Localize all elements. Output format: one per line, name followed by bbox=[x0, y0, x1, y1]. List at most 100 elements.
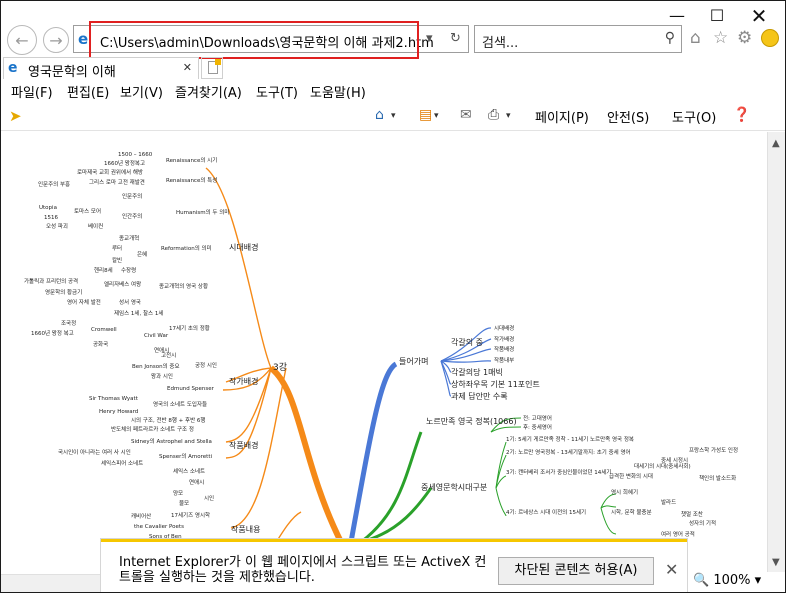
mm-era-node: 공화국 bbox=[93, 341, 108, 348]
vertical-scrollbar[interactable]: ▲ ▼ bbox=[767, 132, 785, 572]
mm-era-node: 은혜 bbox=[137, 250, 147, 258]
mm-era-node: Renaissance의 시기 bbox=[166, 156, 217, 164]
help-icon[interactable]: ❓ bbox=[733, 107, 750, 123]
home-dropdown-icon[interactable]: ▾ bbox=[391, 111, 396, 121]
print-icon[interactable]: ⎙ bbox=[488, 107, 499, 123]
mm-content-node: 캐비어산 bbox=[131, 512, 151, 520]
mm-author-node: Edmund Spenser bbox=[167, 386, 215, 392]
scroll-down-icon[interactable]: ▼ bbox=[772, 557, 780, 568]
mm-era-node: 오성 파괴 bbox=[46, 222, 68, 230]
mm-era-node: Renaissance의 특성 bbox=[166, 176, 217, 184]
feeds-dropdown-icon[interactable]: ▾ bbox=[434, 111, 439, 121]
command-bar: ➤ ⌂ ▾ ▤ ▾ ✉ ⎙ ▾ 페이지(P) 안전(S) 도구(O) ❓ bbox=[1, 101, 785, 131]
mm-content-node: 시인 bbox=[204, 495, 214, 502]
maximize-button[interactable]: ☐ bbox=[697, 3, 737, 29]
dropdown-icon[interactable]: ▾ bbox=[426, 31, 433, 46]
mm-era-node: 종교개혁의 영국 상황 bbox=[159, 282, 208, 290]
new-tab-spark-icon bbox=[215, 59, 221, 65]
forward-button[interactable]: → bbox=[43, 27, 69, 53]
page-menu[interactable]: 페이지(P) bbox=[535, 107, 589, 126]
print-dropdown-icon[interactable]: ▾ bbox=[506, 111, 511, 121]
mm-history-item: 1기: 5세기 게르만족 정착 - 11세기 노르만족 영국 정복 bbox=[506, 435, 634, 443]
mm-history-item: 3기: 캔터베리 조서가 중심인물이었던 14세기 bbox=[506, 468, 611, 476]
settings-gear-icon[interactable]: ⚙ bbox=[737, 28, 752, 48]
mm-content-node: 양모 bbox=[173, 489, 183, 497]
mm-history-item: 프랑스학 가성도 인정 bbox=[689, 446, 738, 454]
tab-active[interactable]: e 영국문학의 이해 ✕ bbox=[3, 57, 199, 80]
mm-intro-subitem: 작가배경 bbox=[494, 335, 514, 343]
mm-era-node: 조국정 bbox=[61, 320, 76, 327]
close-window-button[interactable]: ✕ bbox=[739, 3, 779, 29]
mm-branch-era: 시대배경 bbox=[229, 242, 258, 252]
mm-era-node: 인문주의 부흥 bbox=[38, 180, 70, 188]
mm-history-item: 영시 희혜기 bbox=[611, 488, 638, 496]
mm-era-node: Civil War bbox=[144, 333, 169, 339]
mm-era-node: 가톨릭과 프리턴의 공격 bbox=[24, 277, 78, 285]
home-page-icon[interactable]: ⌂ bbox=[375, 107, 384, 123]
add-favorites-icon[interactable]: ➤ bbox=[9, 107, 22, 125]
search-box[interactable]: 검색... ⚲ bbox=[474, 25, 682, 53]
mm-history-item: 성자의 기적 bbox=[689, 519, 716, 527]
new-tab-button[interactable] bbox=[201, 57, 223, 79]
tab-strip: e 영국문학의 이해 ✕ bbox=[1, 57, 785, 80]
menu-edit[interactable]: 편집(E) bbox=[67, 82, 109, 101]
notification-bar: Internet Explorer가 이 웹 페이지에서 스크립트 또는 Act… bbox=[101, 539, 687, 592]
favorites-star-icon[interactable]: ☆ bbox=[713, 28, 728, 48]
mm-history-item: 4기: 르네상스 시대 이전의 15세기 bbox=[506, 508, 586, 516]
mm-work-node: 시의 구조, 전반 8행 + 후반 6행 bbox=[131, 416, 205, 424]
mm-history-item: 전: 고대영어 bbox=[523, 414, 552, 422]
menu-tools[interactable]: 도구(T) bbox=[256, 82, 298, 101]
menu-file[interactable]: 파일(F) bbox=[11, 82, 53, 101]
mm-intro-label: 들어가며 bbox=[399, 356, 428, 366]
back-button[interactable]: ← bbox=[7, 25, 37, 55]
mm-intro-item: 상하좌우목 기본 11포인트 bbox=[451, 379, 540, 389]
mm-era-node: 그리스 로마 고전 재발견 bbox=[89, 178, 145, 186]
mm-history-item: 책인의 발소드화 bbox=[699, 474, 736, 482]
mm-era-node: 헨리8세 bbox=[94, 266, 113, 274]
mm-era-node: Humanism의 두 의미 bbox=[176, 208, 229, 216]
close-notification-icon[interactable]: ✕ bbox=[665, 560, 678, 579]
arrow-right-icon: → bbox=[49, 30, 63, 50]
mm-era-node: 제임스 1세, 찰스 1세 bbox=[114, 309, 163, 317]
mm-era-node: 17세기 초의 정황 bbox=[169, 324, 210, 332]
horizontal-scrollbar[interactable] bbox=[1, 574, 101, 592]
ie-tab-icon: e bbox=[8, 60, 18, 76]
tools-menu[interactable]: 도구(O) bbox=[672, 107, 716, 126]
menu-favorites[interactable]: 즐겨찾기(A) bbox=[175, 82, 242, 101]
mm-branch-work: 작품배경 bbox=[229, 440, 258, 450]
mm-history-item: 후: 중세영어 bbox=[523, 423, 552, 431]
mm-history-item: 시학, 문학 불충분 bbox=[611, 508, 652, 516]
mm-era-node: 종교개혁 bbox=[119, 234, 139, 242]
mm-content-node: 물모 bbox=[179, 500, 189, 507]
search-icon[interactable]: ⚲ bbox=[665, 30, 675, 46]
mm-era-node: 영문학의 황금기 bbox=[45, 288, 82, 296]
mm-author-node: 궁정 시인 bbox=[195, 362, 217, 369]
allow-blocked-content-button[interactable]: 차단된 콘텐츠 허용(A) bbox=[498, 557, 654, 585]
notification-message: Internet Explorer가 이 웹 페이지에서 스크립트 또는 Act… bbox=[119, 555, 487, 585]
mind-map: 1500 – 1660 1660년 왕정복고 Renaissance의 시기 로… bbox=[24, 152, 738, 592]
mm-author-node: Ben Jonson의 중요 bbox=[132, 363, 180, 370]
search-input[interactable]: 검색... bbox=[482, 32, 518, 51]
mm-branch-author: 작가배경 bbox=[229, 376, 258, 386]
mm-author-node: 왕과 시인 bbox=[151, 372, 173, 380]
tab-close-icon[interactable]: ✕ bbox=[183, 61, 192, 74]
page-content: 1500 – 1660 1660년 왕정복고 Renaissance의 시기 로… bbox=[1, 132, 767, 592]
safety-menu[interactable]: 안전(S) bbox=[607, 107, 649, 126]
menu-help[interactable]: 도움말(H) bbox=[310, 82, 366, 101]
mm-content-node: the Cavalier Poets bbox=[134, 524, 184, 530]
feedback-smiley-icon[interactable] bbox=[761, 29, 779, 47]
home-icon[interactable]: ⌂ bbox=[690, 28, 701, 48]
mm-era-node: 1660년 왕정 복고 bbox=[31, 329, 74, 337]
mm-era-node: 루터 bbox=[112, 244, 122, 252]
refresh-icon[interactable]: ↻ bbox=[450, 31, 461, 46]
scroll-up-icon[interactable]: ▲ bbox=[772, 138, 780, 149]
read-mail-icon[interactable]: ✉ bbox=[460, 107, 472, 123]
mm-history-item: 급격한 변화의 시대 bbox=[609, 472, 653, 480]
feeds-icon[interactable]: ▤ bbox=[419, 107, 432, 123]
address-highlight-box bbox=[89, 21, 419, 59]
mm-center-label: 3강 bbox=[273, 362, 287, 373]
minimize-button[interactable]: — bbox=[657, 3, 697, 29]
zoom-level[interactable]: 🔍 100% ▾ bbox=[693, 573, 761, 588]
menu-view[interactable]: 보기(V) bbox=[120, 82, 163, 101]
mm-intro-subitem: 시대배경 bbox=[494, 324, 514, 332]
